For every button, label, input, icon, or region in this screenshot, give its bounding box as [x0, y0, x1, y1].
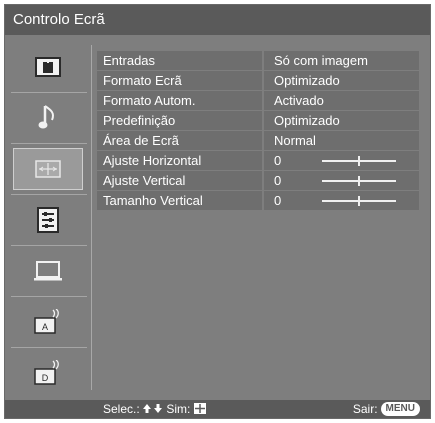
- menu-title: Controlo Ecrã: [13, 11, 105, 28]
- enter-button-icon: [193, 403, 206, 414]
- menu-row-label: Ajuste Vertical: [97, 171, 262, 190]
- menu-row-value: 0: [264, 171, 419, 190]
- horizontal-adjust-slider[interactable]: [322, 156, 396, 166]
- menu-row-label: Área de Ecrã: [97, 131, 262, 150]
- slider-knob[interactable]: [358, 176, 360, 186]
- slider-value: 0: [274, 173, 282, 188]
- setup-icon: [37, 207, 59, 233]
- slider-value: 0: [274, 193, 282, 208]
- menu-row-entradas[interactable]: Entradas Só com imagem: [97, 51, 419, 70]
- sidebar-divider: [11, 143, 87, 144]
- slider-knob[interactable]: [358, 156, 360, 166]
- screen-settings-list: Entradas Só com imagem Formato Ecrã Opti…: [97, 51, 419, 211]
- menu-row-ajuste-vertical[interactable]: Ajuste Vertical 0: [97, 171, 419, 190]
- menu-button-icon: MENU: [380, 402, 420, 416]
- menu-row-value: 0: [264, 191, 419, 210]
- title-bar: Controlo Ecrã: [5, 5, 430, 35]
- analog-setup-icon: A: [34, 309, 59, 334]
- sidebar-divider: [11, 194, 87, 195]
- sidebar-item-setup[interactable]: [13, 199, 83, 241]
- up-down-arrows-icon: [143, 404, 163, 413]
- menu-row-value: Activado: [264, 91, 419, 110]
- digital-setup-icon: D: [34, 360, 59, 385]
- svg-text:A: A: [42, 322, 48, 332]
- menu-row-label: Tamanho Vertical: [97, 191, 262, 210]
- pc-icon: [34, 261, 62, 281]
- sidebar-item-digital-setup[interactable]: D: [13, 352, 83, 394]
- slider-knob[interactable]: [358, 196, 360, 206]
- sidebar-item-sound[interactable]: [13, 97, 83, 139]
- svg-text:D: D: [42, 373, 49, 383]
- exit-label: Sair:: [352, 402, 378, 416]
- menu-row-label: Entradas: [97, 51, 262, 70]
- vertical-adjust-slider[interactable]: [322, 176, 396, 186]
- menu-row-value: Optimizado: [264, 111, 419, 130]
- sound-icon: [38, 105, 55, 129]
- select-label: Selec.:: [103, 402, 140, 416]
- menu-row-ajuste-horizontal[interactable]: Ajuste Horizontal 0: [97, 151, 419, 170]
- menu-row-value: Optimizado: [264, 71, 419, 90]
- menu-row-value: Só com imagem: [264, 51, 419, 70]
- menu-row-value: Normal: [264, 131, 419, 150]
- slider-value: 0: [274, 153, 282, 168]
- menu-row-label: Ajuste Horizontal: [97, 151, 262, 170]
- menu-row-label: Formato Autom.: [97, 91, 262, 110]
- sidebar-separator: [91, 45, 92, 390]
- menu-row-formato-autom[interactable]: Formato Autom. Activado: [97, 91, 419, 110]
- menu-row-label: Predefinição: [97, 111, 262, 130]
- sidebar-divider: [11, 92, 87, 93]
- confirm-label: Sim:: [166, 402, 191, 416]
- sidebar-item-pc[interactable]: [13, 250, 83, 292]
- vertical-size-slider[interactable]: [322, 196, 396, 206]
- screen-icon: [35, 160, 61, 178]
- sidebar-item-analog-setup[interactable]: A: [13, 301, 83, 343]
- sidebar-divider: [11, 245, 87, 246]
- help-bar: Selec.: Sim: Sair: MENU: [5, 400, 430, 418]
- menu-row-formato-ecra[interactable]: Formato Ecrã Optimizado: [97, 71, 419, 90]
- sidebar-item-picture[interactable]: [13, 46, 83, 88]
- exit-hint: Sair: MENU: [353, 402, 420, 416]
- sidebar-item-screen[interactable]: [13, 148, 83, 190]
- screen-control-osd: Controlo Ecrã A D Entradas Só com imagem…: [4, 4, 431, 419]
- menu-row-value: 0: [264, 151, 419, 170]
- picture-icon: [35, 57, 61, 77]
- menu-row-label: Formato Ecrã: [97, 71, 262, 90]
- category-sidebar: A D: [5, 42, 89, 392]
- menu-row-predefinicao[interactable]: Predefinição Optimizado: [97, 111, 419, 130]
- sidebar-divider: [11, 296, 87, 297]
- select-hint: Selec.: Sim:: [103, 402, 206, 416]
- menu-row-area-de-ecra[interactable]: Área de Ecrã Normal: [97, 131, 419, 150]
- sidebar-divider: [11, 347, 87, 348]
- menu-row-tamanho-vertical[interactable]: Tamanho Vertical 0: [97, 191, 419, 210]
